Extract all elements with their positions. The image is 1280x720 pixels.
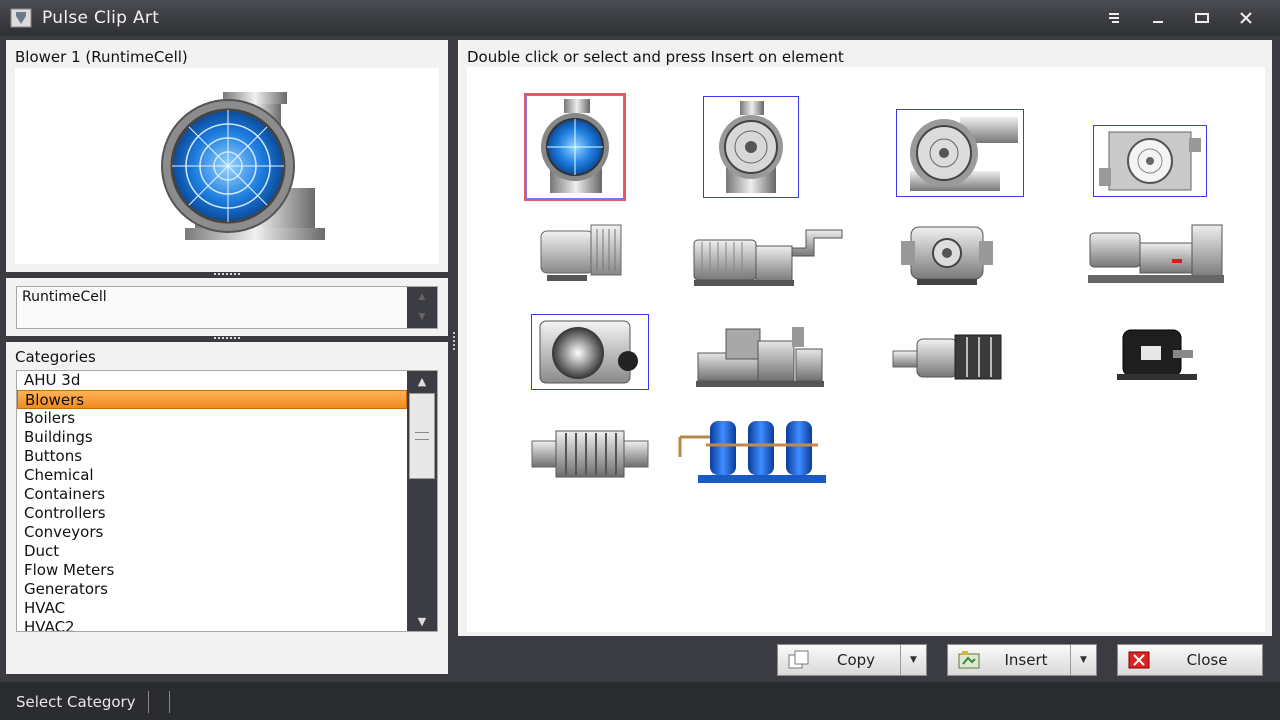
clip-art-gallery [467, 67, 1265, 632]
copy-icon [786, 649, 812, 671]
category-items: AHU 3d Blowers Boilers Buildings Buttons Chem… [17, 371, 437, 631]
category-item[interactable]: Generators [17, 580, 407, 599]
ring-blower-icon [540, 224, 622, 281]
clip-blower-11[interactable] [889, 327, 1013, 387]
category-item[interactable]: AHU 3d [17, 371, 407, 390]
close-icon[interactable] [1224, 3, 1268, 33]
clip-blower-13[interactable] [529, 421, 651, 487]
compressor-black-icon [1117, 329, 1197, 380]
blower-blue-icon [541, 99, 609, 193]
category-item[interactable]: HVAC2 [17, 618, 407, 631]
category-item[interactable]: Containers [17, 485, 407, 504]
status-separator [168, 691, 170, 713]
category-item[interactable]: Chemical [17, 466, 407, 485]
insert-button[interactable]: Insert ▼ [947, 644, 1097, 676]
category-item[interactable]: Conveyors [17, 523, 407, 542]
insert-icon [956, 649, 982, 671]
element-preview [15, 68, 439, 264]
inline-blower-icon [892, 334, 1002, 380]
clip-blower-4[interactable] [1093, 125, 1207, 197]
window-controls [1092, 3, 1268, 33]
instruction-text: Double click or select and press Insert … [467, 48, 844, 66]
category-item[interactable]: Boilers [17, 409, 407, 428]
cell-type-scrollbar[interactable]: ▲ ▼ [407, 287, 437, 328]
centrifugal-blower-icon [539, 320, 638, 384]
scroll-thumb[interactable] [409, 393, 435, 479]
motor-blower-icon [693, 229, 843, 286]
clip-blower-14[interactable] [675, 413, 831, 491]
blower-preview-image [161, 92, 325, 240]
close-red-icon [1126, 649, 1152, 671]
status-separator [147, 691, 149, 713]
status-text: Select Category [16, 693, 136, 711]
blower-box-icon [1099, 131, 1201, 191]
category-item[interactable]: Buttons [17, 447, 407, 466]
categories-scrollbar[interactable]: ▲ ▼ [407, 371, 437, 631]
maximize-icon[interactable] [1180, 3, 1224, 33]
blower-gray-icon [719, 101, 783, 193]
menu-icon[interactable] [1092, 3, 1136, 33]
category-item[interactable]: HVAC [17, 599, 407, 618]
cell-type-text: RuntimeCell [22, 289, 107, 305]
clip-blower-1[interactable] [524, 93, 626, 201]
blower-side-icon [910, 117, 1018, 191]
cell-type-box: RuntimeCell ▲ ▼ [16, 286, 438, 329]
scroll-down-icon[interactable]: ▼ [407, 307, 437, 327]
clip-blower-3[interactable] [896, 109, 1024, 197]
insert-label: Insert [1004, 651, 1048, 669]
clip-blower-2[interactable] [703, 96, 799, 198]
clip-blower-12[interactable] [1111, 323, 1201, 385]
element-title: Blower 1 (RuntimeCell) [15, 48, 188, 66]
category-item[interactable]: Duct [17, 542, 407, 561]
scroll-up-icon[interactable]: ▲ [407, 287, 437, 307]
lobe-blower-icon [901, 226, 993, 285]
clip-blower-6[interactable] [689, 217, 845, 289]
triple-compressor-icon [678, 421, 826, 483]
categories-label: Categories [15, 348, 96, 366]
category-item[interactable]: Blowers [17, 390, 407, 409]
scroll-up-icon[interactable]: ▲ [407, 371, 437, 391]
window-title: Pulse Clip Art [42, 8, 160, 28]
insert-dropdown-icon[interactable]: ▼ [1070, 645, 1096, 675]
category-item[interactable]: Controllers [17, 504, 407, 523]
dialog-body: Blower 1 (RuntimeCell) RuntimeCell ▲ ▼ C… [0, 36, 1280, 682]
right-pane: Double click or select and press Insert … [458, 40, 1272, 636]
copy-label: Copy [836, 651, 876, 669]
clip-blower-5[interactable] [531, 217, 627, 287]
title-bar: Pulse Clip Art [0, 0, 1280, 36]
copy-dropdown-icon[interactable]: ▼ [900, 645, 926, 675]
skid-blower-icon [1088, 224, 1224, 283]
category-item[interactable]: Buildings [17, 428, 407, 447]
categories-list[interactable]: AHU 3d Blowers Boilers Buildings Buttons Chem… [16, 370, 438, 632]
copy-button[interactable]: Copy ▼ [777, 644, 927, 676]
close-label: Close [1186, 651, 1228, 669]
finned-blower-icon [531, 430, 649, 478]
close-button[interactable]: Close [1117, 644, 1263, 676]
clip-blower-10[interactable] [693, 321, 827, 391]
status-bar: Select Category [0, 684, 1280, 720]
left-pane: Blower 1 (RuntimeCell) RuntimeCell ▲ ▼ C… [6, 40, 448, 674]
industrial-blower-unit-icon [696, 327, 824, 387]
clip-blower-9[interactable] [531, 314, 649, 390]
clip-blower-7[interactable] [895, 217, 999, 289]
scroll-down-icon[interactable]: ▼ [407, 611, 437, 631]
preview-splitter[interactable] [6, 272, 448, 278]
app-icon [10, 8, 32, 28]
minimize-icon[interactable] [1136, 3, 1180, 33]
categories-splitter[interactable] [6, 336, 448, 342]
clip-blower-8[interactable] [1085, 217, 1227, 289]
category-item[interactable]: Flow Meters [17, 561, 407, 580]
